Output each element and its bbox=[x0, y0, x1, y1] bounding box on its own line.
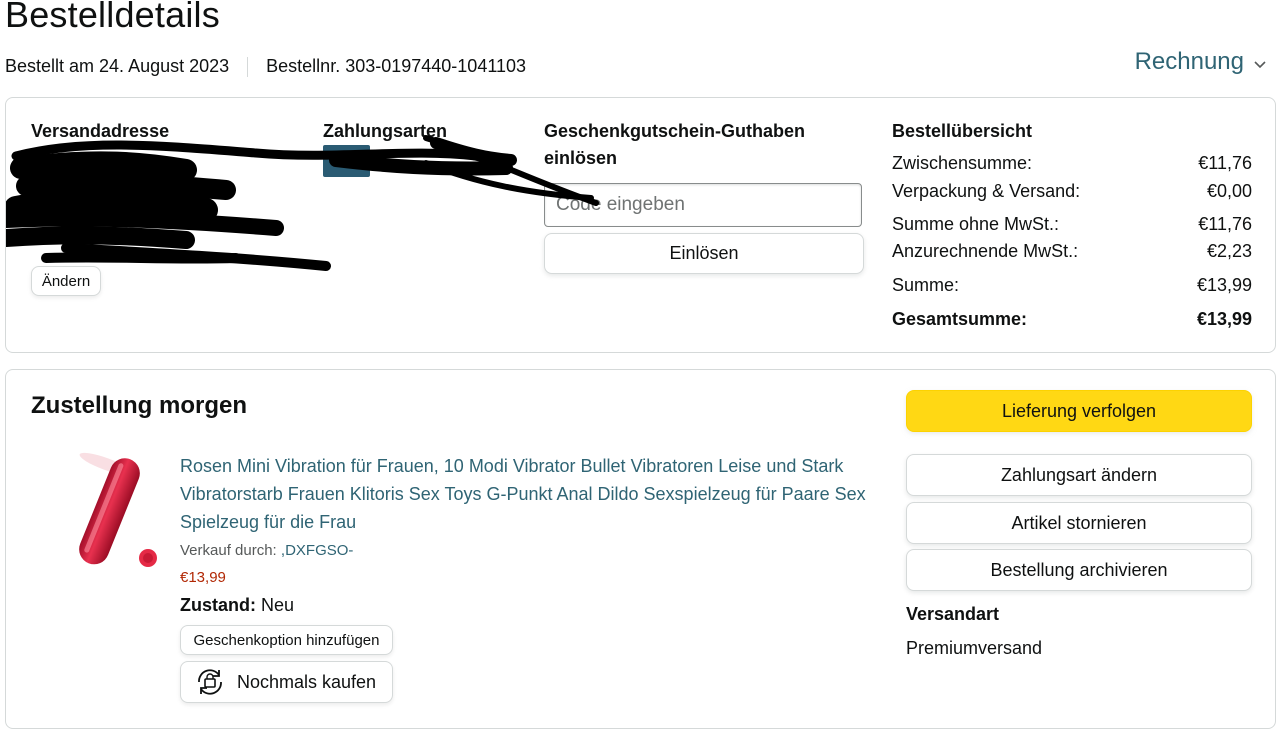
edit-address-button[interactable]: Ändern bbox=[31, 266, 101, 296]
invoice-dropdown[interactable]: Rechnung bbox=[1135, 48, 1266, 76]
shipping-address-title: Versandadresse bbox=[31, 121, 170, 141]
meta-divider bbox=[247, 56, 249, 77]
summary-value: €11,76 bbox=[1198, 153, 1252, 173]
summary-row: Verpackung & Versand: €0,00 bbox=[892, 181, 1252, 202]
summary-row: Zwischensumme: €11,76 bbox=[892, 153, 1252, 174]
redeem-button-label: Einlösen bbox=[669, 243, 739, 263]
redeem-button[interactable]: Einlösen bbox=[544, 233, 864, 274]
buy-again-icon bbox=[193, 667, 227, 697]
giftcard-title: Geschenkgutschein-Guthaben einlösen bbox=[544, 118, 805, 172]
condition-label: Zustand: bbox=[180, 595, 256, 615]
seller-prefix: Verkauf durch: bbox=[180, 542, 281, 559]
buy-again-button[interactable]: Nochmals kaufen bbox=[180, 661, 393, 703]
giftcard-title-line1: Geschenkgutschein-Guthaben bbox=[544, 121, 806, 141]
summary-total-value: €13,99 bbox=[1196, 309, 1252, 329]
summary-value: €11,76 bbox=[1198, 214, 1252, 234]
page-title: Bestelldetails bbox=[5, 0, 220, 35]
product-condition: Zustand: Neu bbox=[180, 595, 294, 616]
invoice-label: Rechnung bbox=[1134, 48, 1244, 75]
summary-row: Summe: €13,99 bbox=[892, 275, 1252, 296]
order-date: Bestellt am 24. August 2023 bbox=[5, 56, 230, 76]
track-delivery-label: Lieferung verfolgen bbox=[1001, 400, 1157, 421]
cancel-item-button[interactable]: Artikel stornieren bbox=[906, 502, 1252, 544]
order-info-card: Versandadresse Zahlungsarten Geschenkgut… bbox=[5, 97, 1276, 353]
product-price: €13,99 bbox=[180, 569, 226, 586]
shipping-method-title: Versandart bbox=[906, 604, 1000, 624]
summary-label: Anzurechnende MwSt.: bbox=[892, 241, 1079, 261]
product-image[interactable] bbox=[48, 450, 168, 580]
seller-info: Verkauf durch: ,DXFGSO- bbox=[180, 542, 353, 559]
gift-option-button[interactable]: Geschenkoption hinzufügen bbox=[180, 625, 393, 655]
archive-order-label: Bestellung archivieren bbox=[990, 559, 1168, 580]
summary-row: Summe ohne MwSt.: €11,76 bbox=[892, 214, 1252, 235]
summary-total-row: Gesamtsumme: €13,99 bbox=[892, 309, 1252, 330]
order-number: Bestellnr. 303-0197440-1041103 bbox=[266, 56, 527, 76]
giftcard-title-line2: einlösen bbox=[544, 148, 618, 168]
payment-methods-title: Zahlungsarten bbox=[323, 121, 448, 141]
summary-label: Zwischensumme: bbox=[892, 153, 1033, 173]
gift-option-label: Geschenkoption hinzufügen bbox=[193, 631, 380, 649]
product-title-link[interactable]: Rosen Mini Vibration für Frauen, 10 Modi… bbox=[180, 452, 870, 536]
summary-value: €13,99 bbox=[1196, 275, 1252, 295]
order-meta: Bestellt am 24. August 2023 Bestellnr. 3… bbox=[5, 56, 526, 77]
summary-label: Verpackung & Versand: bbox=[892, 181, 1081, 201]
archive-order-button[interactable]: Bestellung archivieren bbox=[906, 549, 1252, 591]
summary-value: €2,23 bbox=[1206, 241, 1252, 261]
shipment-card: Zustellung morgen Rosen Mini Vibration f… bbox=[5, 369, 1276, 729]
giftcard-code-input[interactable] bbox=[544, 183, 862, 227]
summary-label: Summe: bbox=[892, 275, 960, 295]
condition-value: Neu bbox=[261, 595, 295, 615]
summary-value: €0,00 bbox=[1206, 181, 1252, 201]
change-payment-button[interactable]: Zahlungsart ändern bbox=[906, 454, 1252, 496]
payment-card-icon bbox=[323, 145, 370, 177]
seller-link[interactable]: ,DXFGSO- bbox=[281, 542, 354, 559]
track-delivery-button[interactable]: Lieferung verfolgen bbox=[906, 390, 1252, 432]
buy-again-label: Nochmals kaufen bbox=[237, 671, 377, 692]
cancel-item-label: Artikel stornieren bbox=[1011, 512, 1147, 533]
chevron-down-icon bbox=[1254, 56, 1266, 72]
summary-label: Summe ohne MwSt.: bbox=[892, 214, 1060, 234]
delivery-status-title: Zustellung morgen bbox=[31, 392, 247, 419]
change-payment-label: Zahlungsart ändern bbox=[1000, 464, 1158, 485]
summary-title: Bestellübersicht bbox=[892, 121, 1033, 141]
shipping-method-value: Premiumversand bbox=[906, 638, 1043, 658]
summary-total-label: Gesamtsumme: bbox=[892, 309, 1028, 329]
edit-address-label: Ändern bbox=[41, 272, 91, 290]
summary-row: Anzurechnende MwSt.: €2,23 bbox=[892, 241, 1252, 262]
